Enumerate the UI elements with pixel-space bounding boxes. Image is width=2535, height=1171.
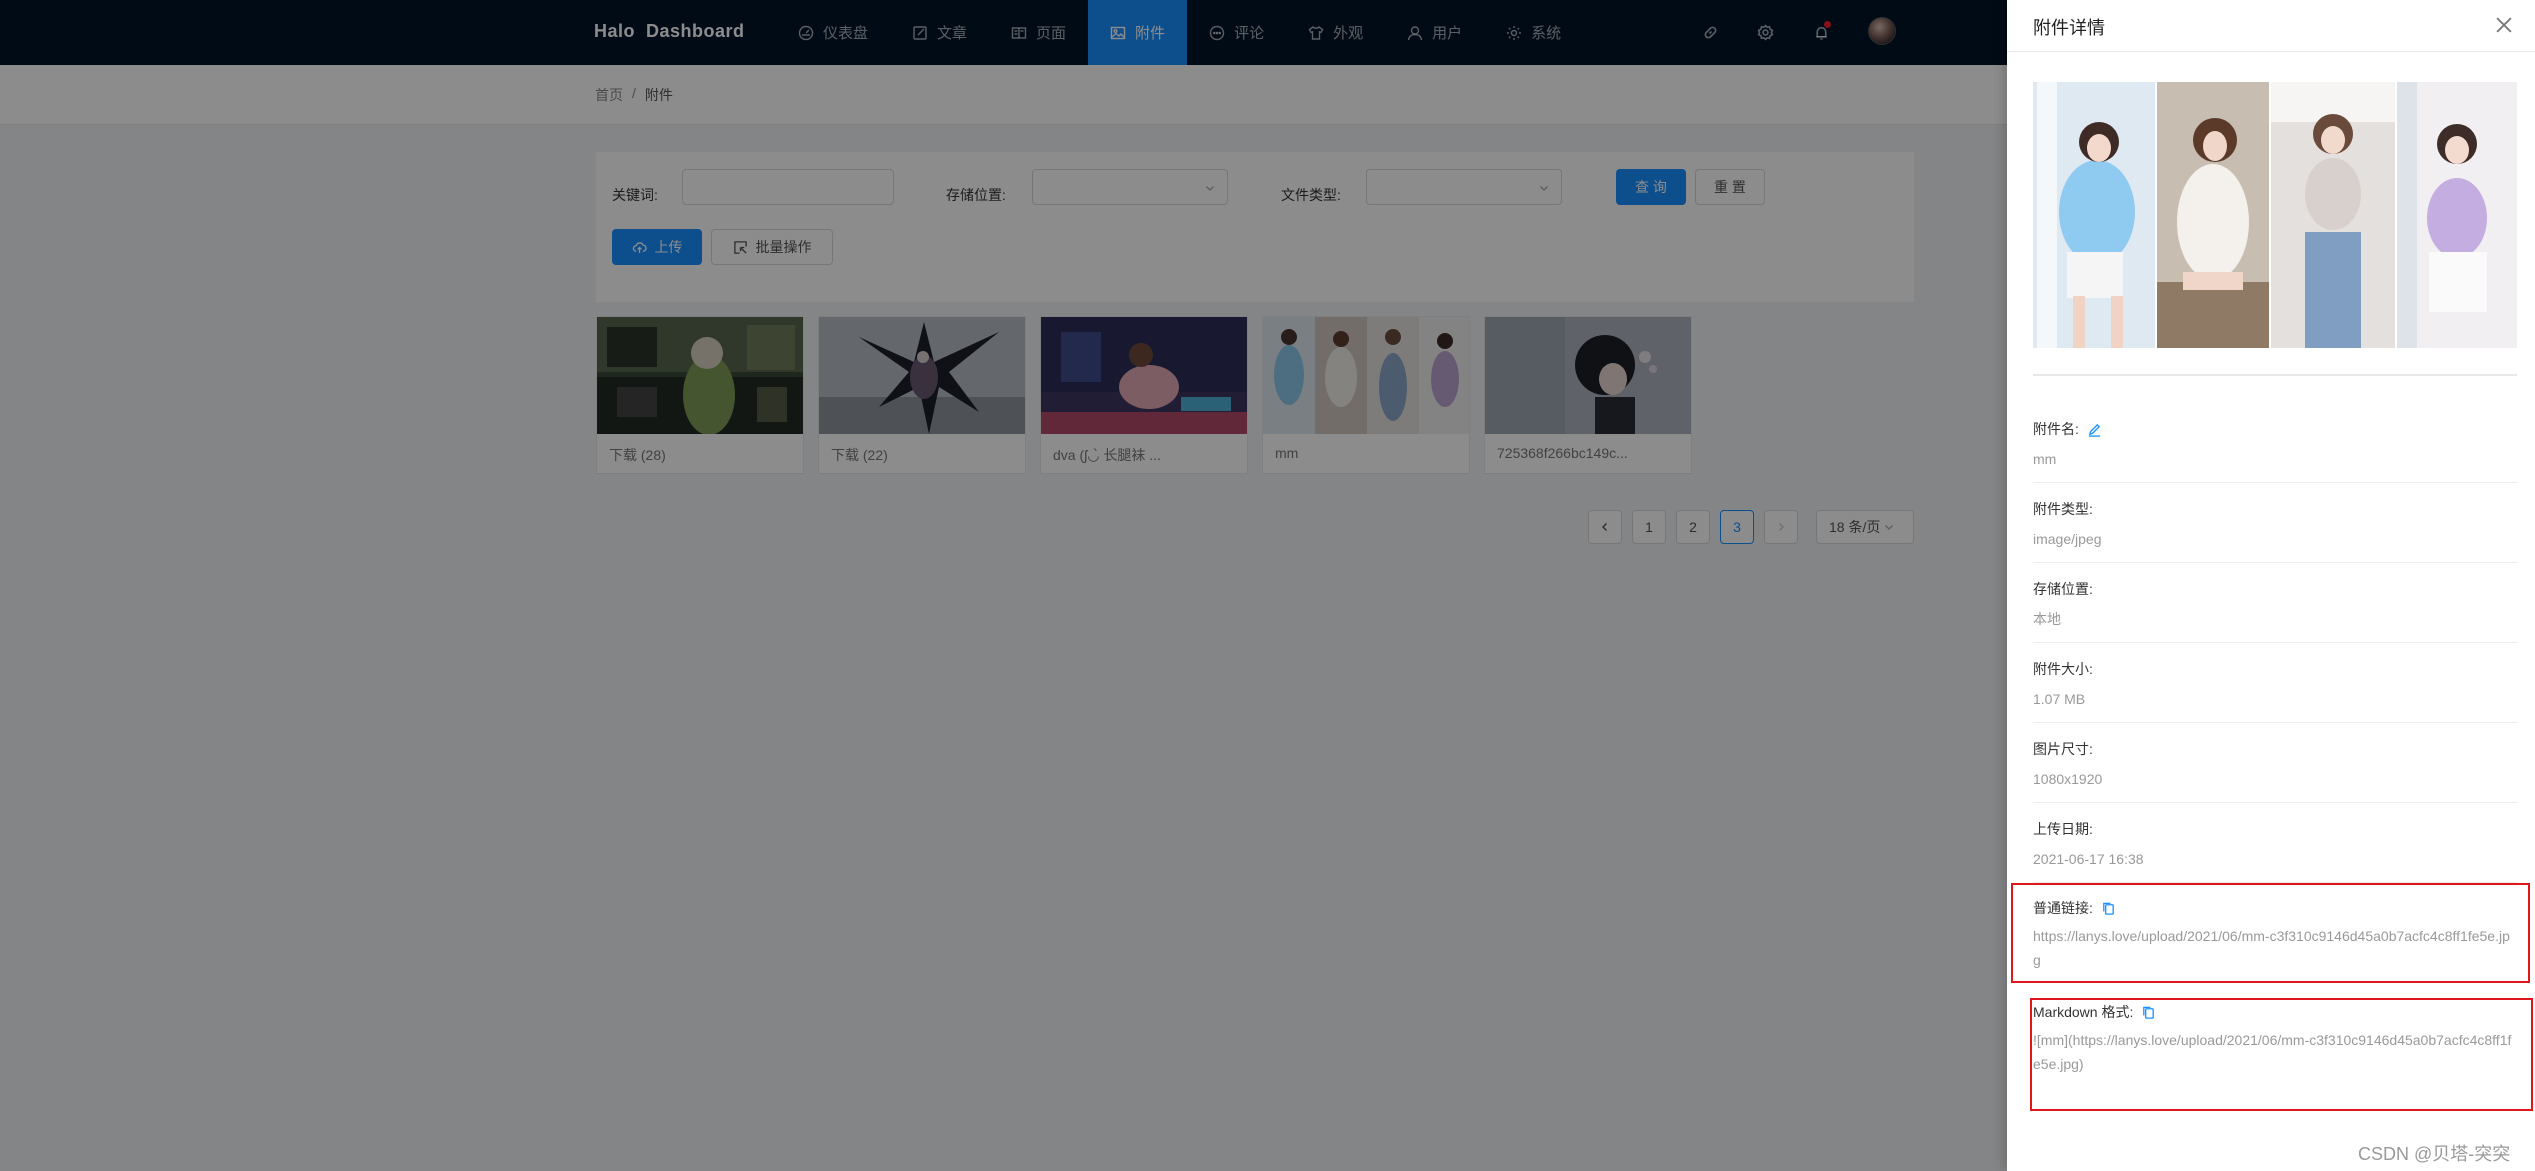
field-name: 附件名: mm	[2033, 419, 2517, 471]
storage-value: 本地	[2033, 611, 2061, 627]
type-value: image/jpeg	[2033, 531, 2102, 547]
type-label: 附件类型:	[2033, 501, 2093, 517]
size-label: 附件大小:	[2033, 661, 2093, 677]
modal-mask[interactable]	[0, 0, 2007, 1171]
divider	[2033, 482, 2517, 483]
highlight-box	[2011, 883, 2530, 983]
field-type: 附件类型: image/jpeg	[2033, 499, 2517, 551]
drawer-title: 附件详情	[2033, 18, 2105, 38]
name-label: 附件名:	[2033, 421, 2079, 437]
storage-label: 存储位置:	[2033, 581, 2093, 597]
divider	[2033, 374, 2517, 376]
size-value: 1.07 MB	[2033, 691, 2086, 707]
name-value: mm	[2033, 451, 2057, 467]
divider	[2007, 51, 2535, 52]
edit-icon[interactable]	[2087, 422, 2102, 437]
divider	[2033, 642, 2517, 643]
divider	[2033, 562, 2517, 563]
date-label: 上传日期:	[2033, 821, 2093, 837]
close-icon[interactable]	[2493, 14, 2515, 36]
field-date: 上传日期: 2021-06-17 16:38	[2033, 819, 2517, 871]
image-preview[interactable]	[2033, 82, 2517, 348]
date-value: 2021-06-17 16:38	[2033, 851, 2144, 867]
field-size: 附件大小: 1.07 MB	[2033, 659, 2517, 711]
field-storage: 存储位置: 本地	[2033, 579, 2517, 631]
dimension-label: 图片尺寸:	[2033, 741, 2093, 757]
attachment-detail-drawer: 附件详情 附件名: mm 附件类型: image/jpeg 存储位置: 本地 附…	[2007, 0, 2535, 1171]
highlight-box	[2030, 998, 2533, 1111]
dimension-value: 1080x1920	[2033, 771, 2103, 787]
watermark: CSDN @贝塔-突突	[2358, 1144, 2511, 1164]
divider	[2033, 722, 2517, 723]
divider	[2033, 802, 2517, 803]
field-dimension: 图片尺寸: 1080x1920	[2033, 739, 2517, 791]
